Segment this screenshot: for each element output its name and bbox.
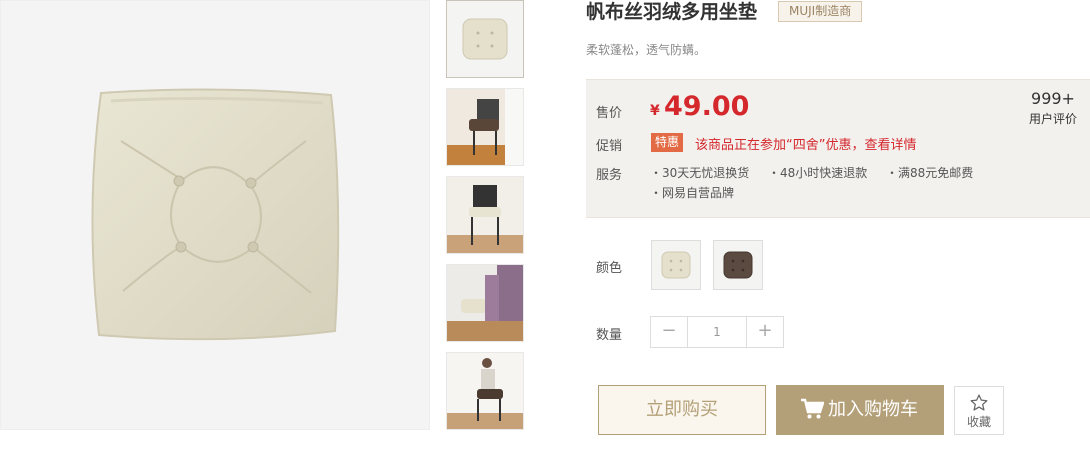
quantity-stepper: − 1 + bbox=[650, 316, 784, 348]
currency-symbol: ¥ bbox=[650, 103, 660, 119]
quantity-input[interactable]: 1 bbox=[687, 317, 747, 347]
thumbnail-2[interactable] bbox=[446, 88, 524, 166]
quantity-label: 数量 bbox=[596, 328, 623, 343]
promotion-badge: 特惠 bbox=[651, 133, 684, 152]
color-option-beige[interactable] bbox=[651, 240, 701, 290]
reviews-label[interactable]: 用户评价 bbox=[1018, 110, 1088, 127]
reviews-count[interactable]: 999+ bbox=[1018, 89, 1088, 108]
product-title: 帆布丝羽绒多用坐垫 bbox=[586, 1, 758, 23]
thumbnail-5[interactable] bbox=[446, 352, 524, 430]
brand-tag[interactable]: MUJI制造商 bbox=[778, 1, 863, 22]
service-item: ・48小时快速退款 bbox=[768, 166, 868, 180]
service-item: ・30天无忧退换货 bbox=[650, 166, 750, 180]
cart-icon bbox=[801, 398, 824, 419]
service-item: ・满88元免邮费 bbox=[886, 166, 974, 180]
favorite-button[interactable]: 收藏 bbox=[954, 386, 1004, 435]
add-to-cart-button[interactable]: 加入购物车 bbox=[776, 385, 944, 435]
decrement-button[interactable]: − bbox=[651, 317, 687, 347]
service-item: ・网易自营品牌 bbox=[650, 186, 735, 200]
buy-now-button[interactable]: 立即购买 bbox=[598, 385, 766, 435]
service-label: 服务 bbox=[596, 168, 623, 183]
color-label: 颜色 bbox=[596, 261, 623, 276]
main-product-image bbox=[0, 0, 430, 430]
increment-button[interactable]: + bbox=[747, 317, 783, 347]
thumbnail-4[interactable] bbox=[446, 264, 524, 342]
price-label: 售价 bbox=[596, 106, 623, 121]
thumbnail-3[interactable] bbox=[446, 176, 524, 254]
promotion-link[interactable]: 该商品正在参加“四舍”优惠，查看详情 bbox=[695, 134, 916, 153]
thumbnail-1[interactable] bbox=[446, 0, 524, 78]
color-option-brown[interactable] bbox=[713, 240, 763, 290]
promotion-label: 促销 bbox=[596, 139, 623, 154]
add-to-cart-label: 加入购物车 bbox=[828, 399, 918, 420]
price-value: 49.00 bbox=[664, 91, 750, 122]
product-subtitle: 柔软蓬松，透气防螨。 bbox=[586, 43, 707, 57]
star-icon bbox=[970, 394, 988, 411]
favorite-label: 收藏 bbox=[966, 415, 991, 429]
